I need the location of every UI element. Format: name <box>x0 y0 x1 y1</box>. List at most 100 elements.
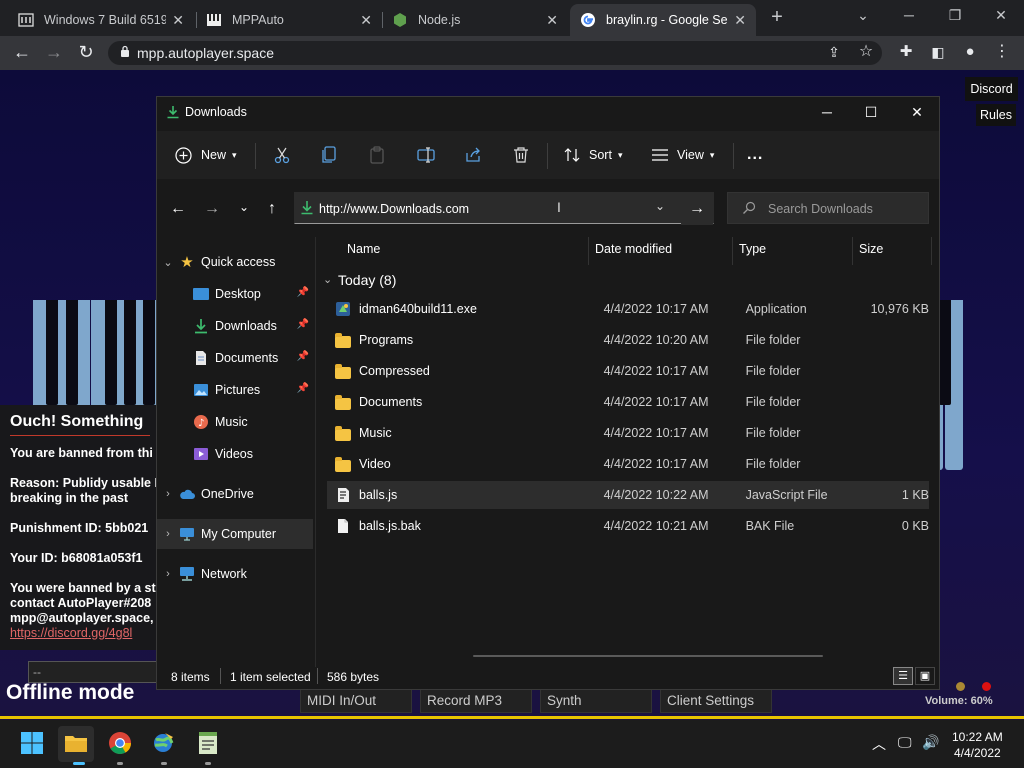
pane-divider[interactable] <box>315 237 316 667</box>
forward-arrow-icon[interactable]: → <box>201 200 223 218</box>
file-row-selected[interactable]: balls.js 4/4/2022 10:22 AM JavaScript Fi… <box>327 481 929 509</box>
tiles-view-icon[interactable]: ▣ <box>915 667 935 685</box>
tab-windows7[interactable]: Windows 7 Build 6519 ✕ <box>8 4 194 36</box>
black-key[interactable] <box>104 300 117 405</box>
file-row[interactable]: Compressed 4/4/2022 10:17 AM File folder <box>327 357 929 385</box>
share-button[interactable] <box>465 143 482 167</box>
view-button[interactable]: View ▾ <box>651 143 714 167</box>
chevron-right-icon[interactable]: › <box>157 488 179 500</box>
column-header-type[interactable]: Type <box>739 242 766 256</box>
sidebar-item-documents[interactable]: Documents 📌 <box>157 343 313 373</box>
recent-chevron-icon[interactable]: ⌄ <box>233 200 255 214</box>
black-key[interactable] <box>65 300 78 405</box>
tab-mppauto[interactable]: MPPAuto ✕ <box>196 4 382 36</box>
sidebar-my-computer[interactable]: › My Computer <box>157 519 313 549</box>
search-box[interactable]: Search Downloads <box>727 192 929 224</box>
go-arrow-icon[interactable]: → <box>681 197 713 225</box>
details-view-icon[interactable]: ☰ <box>893 667 913 685</box>
new-tab-button[interactable]: + <box>766 6 788 28</box>
profile-icon[interactable]: ● <box>956 39 984 65</box>
sidebar-item-pictures[interactable]: Pictures 📌 <box>157 375 313 405</box>
group-header[interactable]: Today (8) <box>338 272 396 288</box>
black-key[interactable] <box>143 300 156 405</box>
sidebar-quick-access[interactable]: ⌄ ★ Quick access <box>157 247 313 277</box>
file-row[interactable]: Music 4/4/2022 10:17 AM File folder <box>327 419 929 447</box>
new-button[interactable]: New ▾ <box>175 143 237 167</box>
column-divider[interactable] <box>588 237 589 265</box>
taskbar-app-notepad[interactable] <box>190 726 226 762</box>
horizontal-scrollbar[interactable] <box>473 655 823 657</box>
reload-icon[interactable]: ↻ <box>72 39 100 65</box>
extensions-icon[interactable]: ✚ <box>892 39 920 65</box>
discord-button[interactable]: Discord <box>965 77 1018 101</box>
record-mp3-button[interactable]: Record MP3 <box>420 689 532 713</box>
sidebar-item-music[interactable]: ♪ Music <box>157 407 313 437</box>
column-header-date[interactable]: Date modified <box>595 242 672 256</box>
close-icon[interactable]: ✕ <box>172 12 184 29</box>
tab-google-search[interactable]: braylin.rg - Google Search ✕ <box>570 4 756 36</box>
column-divider[interactable] <box>732 237 733 265</box>
forward-arrow-icon[interactable]: → <box>40 39 68 65</box>
chevron-right-icon[interactable]: › <box>157 528 179 540</box>
tab-nodejs[interactable]: Node.js ✕ <box>382 4 568 36</box>
clock[interactable]: 10:22 AM 4/4/2022 <box>952 729 1003 761</box>
close-window-button[interactable]: ✕ <box>978 4 1024 28</box>
sidebar-item-videos[interactable]: Videos <box>157 439 313 469</box>
back-arrow-icon[interactable]: ← <box>167 200 189 218</box>
volume-label[interactable]: Volume: 60% <box>925 695 993 707</box>
more-options-button[interactable]: ... <box>747 143 763 167</box>
column-header-name[interactable]: Name <box>347 242 380 256</box>
taskbar-chrome[interactable] <box>102 726 138 762</box>
start-button[interactable] <box>14 726 50 762</box>
cut-button[interactable] <box>273 143 291 167</box>
close-icon[interactable]: ✕ <box>360 12 372 29</box>
client-settings-button[interactable]: Client Settings <box>660 689 772 713</box>
rules-button[interactable]: Rules <box>976 104 1016 126</box>
up-arrow-icon[interactable]: ↑ <box>261 200 283 218</box>
close-icon[interactable]: ✕ <box>546 12 558 29</box>
restore-button[interactable]: ❐ <box>932 4 978 28</box>
file-row[interactable]: Video 4/4/2022 10:17 AM File folder <box>327 450 929 478</box>
lock-icon[interactable] <box>120 45 130 60</box>
menu-icon[interactable]: ⋮ <box>988 39 1016 65</box>
paste-button[interactable] <box>369 143 385 167</box>
black-key[interactable] <box>938 300 951 405</box>
chat-input[interactable]: -- <box>28 661 158 683</box>
star-icon[interactable]: ☆ <box>852 39 880 65</box>
midi-button[interactable]: MIDI In/Out <box>300 689 412 713</box>
close-icon[interactable]: ✕ <box>734 12 746 29</box>
file-row[interactable]: Programs 4/4/2022 10:20 AM File folder <box>327 326 929 354</box>
maximize-button[interactable]: ☐ <box>849 101 893 123</box>
chevron-down-icon[interactable]: ⌄ <box>655 199 665 213</box>
synth-button[interactable]: Synth <box>540 689 652 713</box>
column-header-size[interactable]: Size <box>859 242 883 256</box>
minimize-button[interactable]: ─ <box>805 101 849 123</box>
sort-button[interactable]: Sort ▾ <box>563 143 622 167</box>
file-row[interactable]: balls.js.bak 4/4/2022 10:21 AM BAK File … <box>327 512 929 540</box>
chevron-down-icon[interactable]: ⌄ <box>157 256 179 269</box>
minimize-button[interactable]: ─ <box>886 4 932 28</box>
file-row[interactable]: idman640build11.exe 4/4/2022 10:17 AM Ap… <box>327 295 929 323</box>
share-icon[interactable]: ⇪ <box>820 39 848 65</box>
chevron-up-icon[interactable]: ︿ <box>872 734 886 754</box>
delete-button[interactable] <box>513 143 529 167</box>
rename-button[interactable] <box>417 143 435 167</box>
copy-button[interactable] <box>321 143 337 167</box>
black-key[interactable] <box>46 300 59 405</box>
taskbar-file-explorer[interactable] <box>58 726 94 762</box>
chevron-down-icon[interactable]: ⌄ <box>323 273 332 286</box>
volume-icon[interactable]: 🔊 <box>922 734 939 751</box>
column-divider[interactable] <box>931 237 932 265</box>
network-tray-icon[interactable]: 🖵 <box>898 734 912 751</box>
column-divider[interactable] <box>852 237 853 265</box>
close-button[interactable]: ✕ <box>895 101 939 123</box>
taskbar-app-globe[interactable] <box>146 726 182 762</box>
sidepanel-icon[interactable]: ◧ <box>924 39 952 65</box>
file-row[interactable]: Documents 4/4/2022 10:17 AM File folder <box>327 388 929 416</box>
chevron-right-icon[interactable]: › <box>157 568 179 580</box>
sidebar-item-desktop[interactable]: Desktop 📌 <box>157 279 313 309</box>
discord-link[interactable]: https://discord.gg/4g8l <box>10 626 150 640</box>
path-field[interactable]: http://www.Downloads.com I ⌄ <box>294 192 714 224</box>
tab-search-icon[interactable]: ⌄ <box>840 4 886 28</box>
sidebar-onedrive[interactable]: › OneDrive <box>157 479 313 509</box>
